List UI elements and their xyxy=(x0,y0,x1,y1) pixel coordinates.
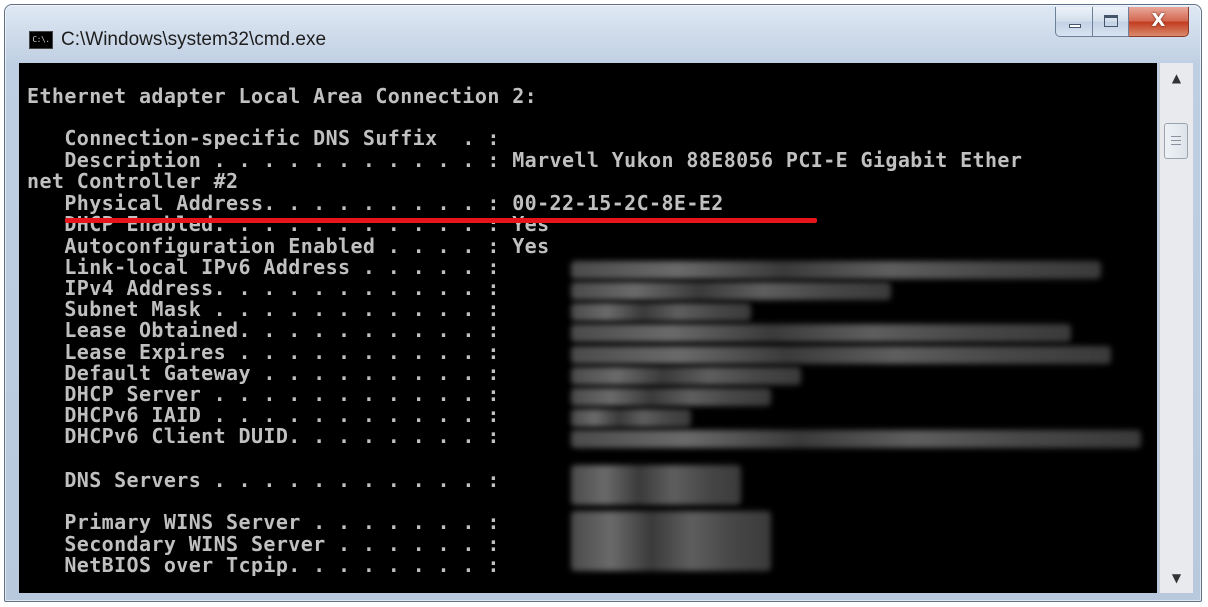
grip-line xyxy=(1171,144,1181,145)
console-line: NetBIOS over Tcpip. . . . . . . . : xyxy=(27,553,500,577)
vertical-scrollbar[interactable]: ▲ ▼ xyxy=(1159,63,1193,593)
maximize-icon xyxy=(1104,15,1118,27)
console-line: Subnet Mask . . . . . . . . . . . : xyxy=(27,297,500,321)
console-line: Ethernet adapter Local Area Connection 2… xyxy=(27,84,538,108)
minimize-button[interactable] xyxy=(1055,7,1093,37)
console-line: net Controller #2 xyxy=(27,169,239,193)
console-line: Default Gateway . . . . . . . . . : xyxy=(27,361,500,385)
console-line: Secondary WINS Server . . . . . . : xyxy=(27,532,500,556)
console-line: Autoconfiguration Enabled . . . . : Yes xyxy=(27,234,550,258)
scroll-thumb[interactable] xyxy=(1164,123,1188,159)
console-line: DHCPv6 Client DUID. . . . . . . . : xyxy=(27,424,500,448)
close-button[interactable]: X xyxy=(1129,7,1189,37)
redacted-value xyxy=(571,282,891,300)
minimize-icon xyxy=(1069,24,1081,28)
console-line: Description . . . . . . . . . . . : Marv… xyxy=(27,148,1023,172)
console-line: Connection-specific DNS Suffix . : xyxy=(27,126,500,150)
redacted-value xyxy=(571,465,741,505)
redacted-value xyxy=(571,261,1101,279)
close-icon: X xyxy=(1151,10,1166,31)
console-line: Lease Obtained. . . . . . . . . . : xyxy=(27,318,500,342)
redacted-value xyxy=(571,511,771,571)
grip-line xyxy=(1171,140,1181,141)
redacted-value xyxy=(571,346,1111,364)
console-line: Lease Expires . . . . . . . . . . : xyxy=(27,340,500,364)
highlight-underline xyxy=(65,218,817,223)
console-line: Physical Address. . . . . . . . . : 00-2… xyxy=(27,191,724,215)
grip-line xyxy=(1171,136,1181,137)
redacted-value xyxy=(571,409,691,427)
redacted-value xyxy=(571,430,1141,448)
redacted-value xyxy=(571,367,801,385)
scroll-down-icon[interactable]: ▼ xyxy=(1160,563,1193,593)
caption-buttons: X xyxy=(1055,7,1189,37)
title-bar[interactable]: C:\. C:\Windows\system32\cmd.exe X xyxy=(5,5,1201,67)
window-title: C:\Windows\system32\cmd.exe xyxy=(61,29,327,50)
console-output[interactable]: Ethernet adapter Local Area Connection 2… xyxy=(19,63,1157,593)
maximize-button[interactable] xyxy=(1093,7,1129,37)
console-line: DNS Servers . . . . . . . . . . . : xyxy=(27,468,500,492)
console-line: IPv4 Address. . . . . . . . . . . : xyxy=(27,276,500,300)
redacted-value xyxy=(571,303,751,321)
console-line: DHCPv6 IAID . . . . . . . . . . . : xyxy=(27,403,500,427)
scroll-up-icon[interactable]: ▲ xyxy=(1160,63,1193,93)
console-line: Primary WINS Server . . . . . . . : xyxy=(27,510,500,534)
redacted-value xyxy=(571,388,771,406)
cmd-app-icon[interactable]: C:\. xyxy=(29,31,53,49)
console-line: Link-local IPv6 Address . . . . . : xyxy=(27,255,500,279)
console-line: DHCP Enabled. . . . . . . . . . . : Yes xyxy=(27,212,550,236)
console-line: DHCP Server . . . . . . . . . . . : xyxy=(27,382,500,406)
redacted-value xyxy=(571,324,1071,342)
